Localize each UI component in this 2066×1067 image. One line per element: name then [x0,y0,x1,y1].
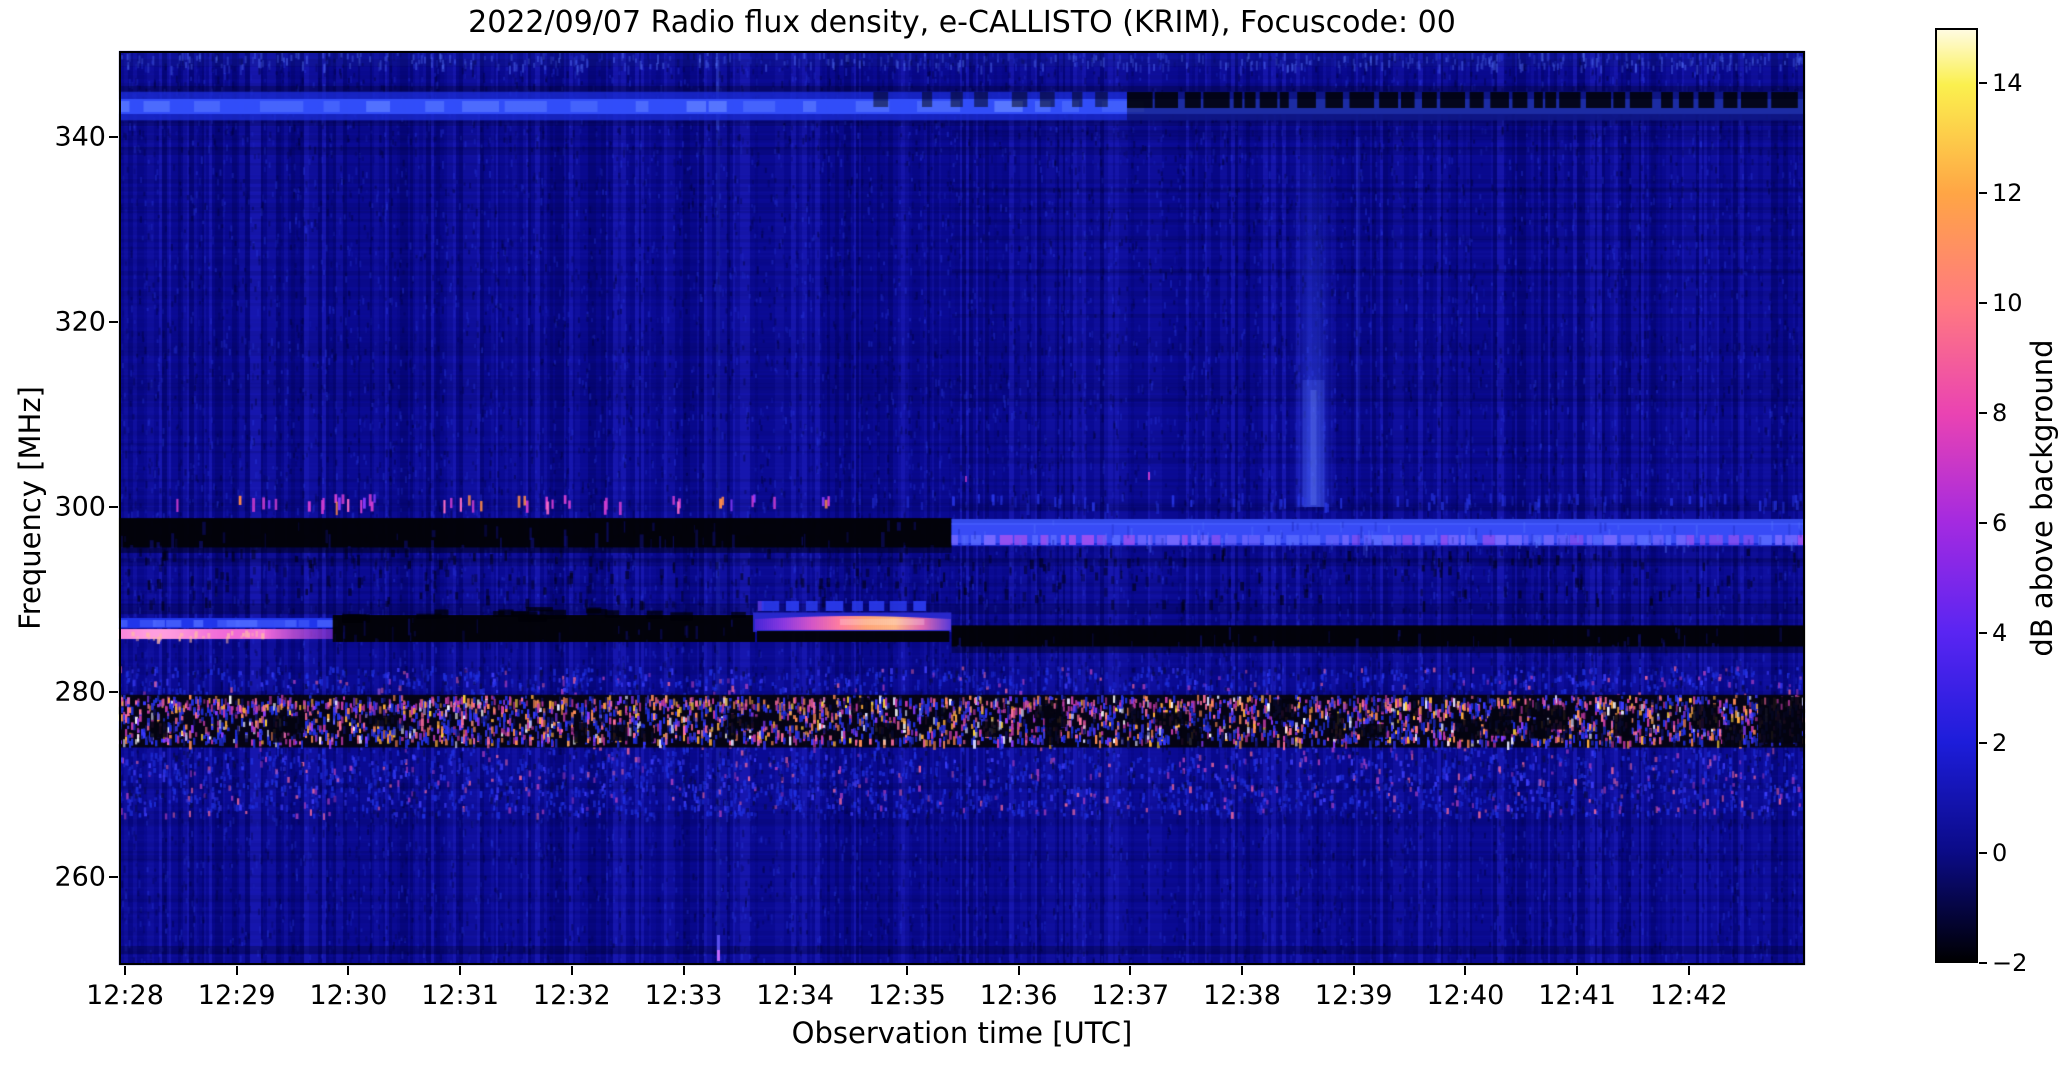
colorbar-tick-label: 4 [1992,619,2008,647]
spectrogram-canvas [0,0,2066,1067]
y-tick-label: 260 [54,861,106,893]
x-tick-mark [459,966,462,975]
x-tick-label: 12:41 [1538,980,1616,1011]
colorbar-tick-mark [1979,82,1987,84]
x-tick-mark [1352,966,1355,975]
y-tick-mark [109,691,118,693]
x-tick-label: 12:32 [532,980,611,1011]
x-tick-label: 12:39 [1314,980,1393,1011]
x-tick-mark [235,966,238,975]
x-tick-label: 12:40 [1426,980,1505,1011]
y-tick-mark [109,136,118,138]
x-tick-mark [905,966,908,975]
colorbar-tick-mark [1979,852,1987,854]
x-tick-mark [347,966,350,975]
colorbar-tick-mark [1979,302,1987,304]
colorbar-tick-label: 8 [1992,399,2008,427]
x-tick-label: 12:31 [421,980,499,1011]
x-tick-label: 12:36 [979,980,1058,1011]
x-tick-label: 12:28 [86,980,164,1011]
x-tick-label: 12:38 [1203,980,1281,1011]
y-tick-label: 300 [54,491,106,523]
colorbar-tick-mark [1979,522,1987,524]
y-tick-mark [109,876,118,878]
colorbar-tick-mark [1979,742,1987,744]
x-tick-label: 12:35 [867,980,946,1011]
x-tick-label: 12:33 [644,980,723,1011]
colorbar-tick-label: 6 [1992,509,2008,537]
x-tick-label: 12:37 [1091,980,1170,1011]
colorbar-tick-mark [1979,632,1987,634]
x-tick-mark [570,966,573,975]
x-tick-mark [1576,966,1579,975]
x-tick-label: 12:29 [197,980,276,1011]
x-axis-label: Observation time [UTC] [791,1016,1133,1050]
colorbar-tick-label: 14 [1992,69,2023,97]
colorbar-tick-label: 12 [1992,179,2023,207]
y-tick-mark [109,321,118,323]
colorbar-tick-mark [1979,962,1987,964]
x-tick-mark [1241,966,1243,975]
x-tick-label: 12:34 [756,980,835,1011]
x-tick-mark [1687,966,1690,975]
y-tick-mark [109,506,118,508]
y-tick-label: 280 [54,676,106,708]
x-tick-mark [682,966,685,975]
colorbar-label: dB above background [2025,339,2059,657]
colorbar-tick-mark [1979,192,1987,194]
x-tick-mark [1129,966,1132,975]
colorbar-tick-mark [1979,412,1987,414]
x-tick-label: 12:42 [1649,980,1728,1011]
x-tick-mark [1464,966,1467,975]
y-tick-label: 320 [54,306,106,338]
colorbar-tick-label: −2 [1992,949,2028,977]
x-tick-mark [794,966,797,975]
x-tick-mark [1017,966,1020,975]
x-tick-mark [124,966,126,975]
colorbar [1935,28,1978,963]
spectrogram-figure: 2022/09/07 Radio flux density, e-CALLIST… [0,0,2066,1067]
x-tick-label: 12:30 [309,980,388,1011]
colorbar-tick-label: 2 [1992,729,2008,757]
y-tick-label: 340 [54,121,106,153]
colorbar-tick-label: 10 [1992,289,2023,317]
colorbar-tick-label: 0 [1992,839,2008,867]
